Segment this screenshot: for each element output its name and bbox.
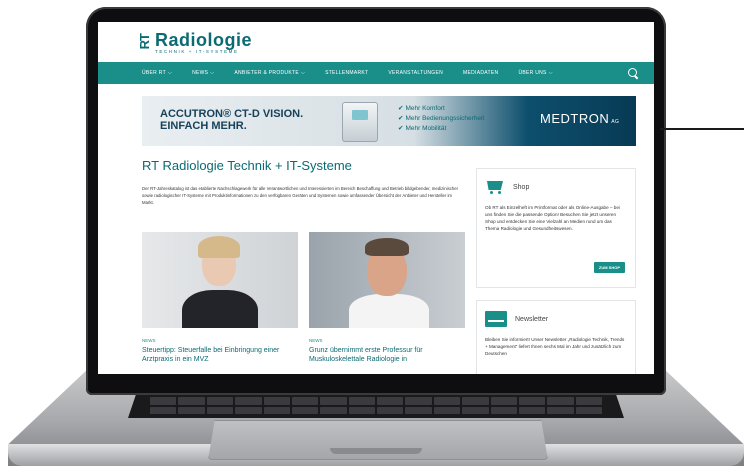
check-icon: ✔	[398, 125, 404, 132]
chevron-down-icon: ⌵	[548, 70, 553, 76]
check-icon: ✔	[398, 115, 404, 122]
newsletter-widget: Newsletter Bleiben Sie informiert! Unser…	[476, 300, 636, 374]
banner-headline-line-2: EINFACH MEHR.	[160, 120, 247, 132]
chevron-down-icon: ⌵	[300, 70, 306, 76]
check-icon: ✔	[398, 105, 404, 112]
envelope-icon	[485, 311, 507, 327]
nav-label: NEWS	[192, 70, 209, 76]
brand-suffix: AG	[611, 119, 620, 125]
keyboard-key	[291, 397, 319, 405]
article-card[interactable]: NEWS Grunz übernimmt erste Professur für…	[309, 232, 465, 364]
laptop-notch	[330, 448, 422, 454]
keyboard-key	[206, 397, 234, 405]
keyboard-key	[405, 397, 432, 405]
article-title[interactable]: Grunz übernimmt erste Professur für Musk…	[309, 346, 465, 364]
keyboard-key	[547, 406, 574, 414]
search-icon[interactable]	[628, 68, 638, 78]
keyboard-key	[348, 397, 375, 405]
browser-viewport: RT Radiologie TECHNIK + IT-SYSTEME ÜBER …	[98, 22, 654, 374]
banner-feature: Mehr Bedienungssicherheit	[405, 115, 485, 122]
keyboard-key	[178, 397, 205, 405]
nav-item-veranstaltungen[interactable]: VERANSTALTUNGEN	[388, 70, 443, 76]
keyboard-key	[405, 406, 432, 414]
nav-label: ÜBER UNS	[518, 70, 547, 76]
newsletter-title: Newsletter	[515, 315, 549, 323]
logo-mark: RT	[137, 34, 152, 50]
keyboard-key	[206, 406, 234, 414]
keyboard-key	[433, 406, 461, 414]
nav-item-mediadaten[interactable]: MEDIADATEN	[463, 70, 498, 76]
nav-item-ueber-uns[interactable]: ÜBER UNS ⌵	[518, 70, 552, 76]
main-navigation: ÜBER RT ⌵ NEWS ⌵ ANBIETER & PRODUKTE ⌵ STEL…	[98, 62, 654, 84]
brand-name: MEDTRON	[540, 111, 610, 126]
keyboard-key	[235, 397, 262, 405]
article-image[interactable]	[309, 232, 465, 328]
keyboard-key	[518, 406, 546, 414]
trackpad	[208, 420, 548, 460]
logo-tagline: TECHNIK + IT-SYSTEME	[155, 48, 239, 54]
shop-title: Shop	[513, 183, 530, 191]
banner-features: ✔ Mehr Komfort ✔ Mehr Bedienungssicherheit…	[398, 104, 484, 134]
nav-label: ANBIETER & PRODUKTE	[234, 70, 299, 76]
keyboard-key	[320, 406, 347, 414]
nav-item-news[interactable]: NEWS ⌵	[192, 70, 214, 76]
shop-widget: Shop Ob RT als Einzelheft im Printformat…	[476, 168, 636, 288]
article-category: NEWS	[142, 338, 156, 343]
banner-headline-line-1: ACCUTRON® CT-D VISION.	[160, 108, 304, 120]
keyboard-key	[575, 406, 602, 414]
keyboard-key	[263, 406, 290, 414]
ad-banner[interactable]: ACCUTRON® CT-D VISION. EINFACH MEHR. ✔ Me…	[142, 96, 636, 146]
keyboard-key	[518, 397, 546, 405]
article-card[interactable]: NEWS Steuertipp: Steuerfalle bei Einbrin…	[142, 232, 298, 364]
keyboard-key	[433, 397, 461, 405]
keyboard-key	[178, 406, 205, 414]
banner-headline: ACCUTRON® CT-D VISION. EINFACH MEHR.	[160, 108, 303, 132]
banner-feature: Mehr Komfort	[405, 105, 445, 112]
nav-item-stellenmarkt[interactable]: STELLENMARKT	[325, 70, 368, 76]
nav-label: VERANSTALTUNGEN	[388, 70, 444, 76]
keyboard-key	[547, 397, 574, 405]
nav-label: ÜBER RT	[142, 70, 166, 76]
site-logo[interactable]: RT Radiologie TECHNIK + IT-SYSTEME	[137, 29, 253, 54]
keyboard-key	[490, 397, 517, 405]
keyboard-key	[320, 397, 347, 405]
keyboard-key	[291, 406, 319, 414]
page-title: RT Radiologie Technik + IT-Systeme	[142, 158, 352, 173]
article-title[interactable]: Steuertipp: Steuerfalle bei Einbringung …	[142, 346, 298, 364]
shop-text: Ob RT als Einzelheft im Printformat oder…	[485, 205, 620, 231]
nav-label: MEDIADATEN	[463, 70, 499, 76]
newsletter-text: Bleiben Sie informiert! Unser Newsletter…	[485, 337, 625, 356]
article-image[interactable]	[142, 232, 298, 328]
device-image	[342, 102, 378, 142]
keyboard-key	[377, 406, 404, 414]
keyboard-key	[150, 406, 177, 414]
callout-line	[660, 128, 744, 130]
chevron-down-icon: ⌵	[167, 70, 173, 76]
intro-text: Der RT-Jahreskatalog ist das etablierte …	[142, 186, 459, 205]
nav-item-ueber-rt[interactable]: ÜBER RT ⌵	[142, 70, 172, 76]
keyboard-key	[462, 397, 489, 405]
keyboard-key	[490, 406, 517, 414]
keyboard-key	[348, 406, 375, 414]
keyboard-key	[377, 397, 404, 405]
brand-logo: MEDTRON AG	[540, 111, 619, 126]
logo-name: Radiologie	[155, 29, 253, 50]
banner-feature: Mehr Mobilität	[405, 125, 447, 132]
site-header: RT Radiologie TECHNIK + IT-SYSTEME	[98, 22, 654, 62]
nav-item-anbieter-produkte[interactable]: ANBIETER & PRODUKTE ⌵	[234, 70, 305, 76]
keyboard-key	[150, 397, 177, 405]
keyboard-key	[235, 406, 262, 414]
keyboard-key	[575, 397, 602, 405]
shopping-cart-icon	[485, 179, 505, 195]
article-category: NEWS	[309, 338, 323, 343]
shop-button[interactable]: ZUM SHOP	[593, 262, 625, 273]
keyboard-key	[462, 406, 489, 414]
chevron-down-icon: ⌵	[210, 70, 215, 76]
keyboard-key	[263, 397, 290, 405]
nav-label: STELLENMARKT	[325, 70, 369, 76]
